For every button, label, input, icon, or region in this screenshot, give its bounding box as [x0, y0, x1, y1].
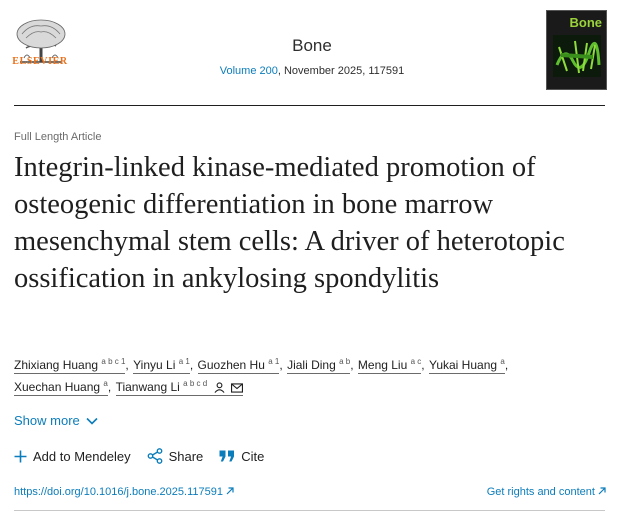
volume-link[interactable]: Volume 200 — [220, 65, 278, 77]
quote-icon — [219, 450, 235, 462]
cite-button[interactable]: Cite — [219, 449, 264, 464]
journal-header: ELSEVIER Bone Volume 200, November 2025,… — [0, 0, 624, 106]
show-more-button[interactable]: Show more — [14, 413, 98, 428]
author-link[interactable]: Yukai Huang a — [428, 358, 505, 374]
person-icon — [214, 382, 225, 393]
author-link-corresponding[interactable]: Tianwang Li a b c d — [115, 380, 243, 396]
external-link-icon — [598, 487, 606, 495]
author-link[interactable]: Yinyu Li a 1 — [133, 358, 190, 374]
journal-issue-info: Volume 200, November 2025, 117591 — [0, 65, 624, 77]
author-list: Zhixiang Huang a b c 1, Yinyu Li a 1, Gu… — [14, 357, 509, 396]
share-icon — [147, 448, 162, 464]
article-actions: Add to Mendeley Share Cite — [14, 448, 280, 464]
footer-divider — [14, 510, 605, 511]
doi-link[interactable]: https://doi.org/10.1016/j.bone.2025.1175… — [14, 486, 234, 498]
journal-cover-image[interactable]: Bone — [546, 10, 607, 90]
rights-link[interactable]: Get rights and content — [487, 486, 606, 498]
issue-details: , November 2025, 117591 — [277, 65, 405, 77]
author-link[interactable]: Jiali Ding a b — [287, 358, 351, 374]
share-label: Share — [168, 448, 204, 464]
external-link-icon — [226, 487, 234, 495]
show-more-label: Show more — [14, 413, 80, 428]
add-to-mendeley-label: Add to Mendeley — [33, 448, 131, 464]
share-button[interactable]: Share — [147, 448, 204, 464]
plus-icon — [14, 450, 27, 462]
add-to-mendeley-button[interactable]: Add to Mendeley — [14, 449, 131, 464]
article-type-label: Full Length Article — [14, 131, 102, 143]
author-link[interactable]: Zhixiang Huang a b c 1 — [14, 358, 126, 374]
cite-label: Cite — [241, 448, 265, 464]
author-link[interactable]: Guozhen Hu a 1 — [197, 358, 280, 374]
cover-title: Bone — [569, 15, 603, 30]
cover-artwork — [553, 35, 601, 77]
header-divider — [14, 105, 605, 106]
chevron-down-icon — [86, 417, 98, 425]
journal-title[interactable]: Bone — [0, 36, 624, 56]
article-title: Integrin-linked kinase-mediated promotio… — [14, 152, 565, 294]
author-link[interactable]: Xuechan Huang a — [14, 380, 108, 396]
envelope-icon — [230, 383, 243, 393]
author-link[interactable]: Meng Liu a c — [357, 358, 422, 374]
